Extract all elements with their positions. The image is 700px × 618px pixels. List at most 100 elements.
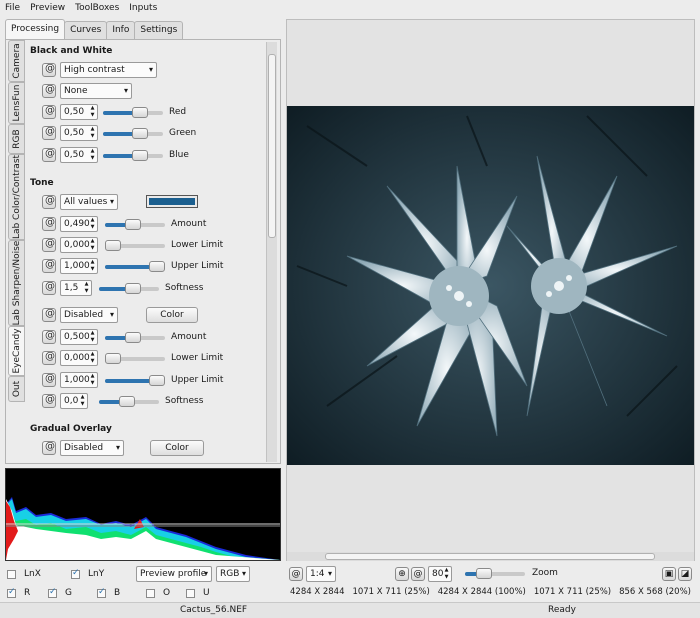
reset-zoom-icon[interactable]: @	[289, 567, 303, 581]
tone2-softness-handle[interactable]	[119, 396, 135, 407]
tone2-upper-handle[interactable]	[149, 375, 165, 386]
reset-icon[interactable]	[42, 394, 56, 408]
green-spinbox[interactable]: 0,50 ▲ ▼	[60, 125, 98, 141]
vtab-lensfun[interactable]: LensFun	[8, 82, 25, 124]
zoom-slider[interactable]	[465, 568, 525, 579]
reset-icon[interactable]	[42, 441, 56, 455]
checkbox-box[interactable]	[97, 587, 106, 598]
g-checkbox[interactable]: G	[48, 587, 72, 598]
reset-icon[interactable]	[42, 126, 56, 140]
color-space-select[interactable]: RGB ▾	[216, 566, 250, 582]
checkbox-box[interactable]	[48, 587, 57, 598]
reset-icon[interactable]	[42, 373, 56, 387]
tone2-amount-slider[interactable]	[105, 332, 165, 343]
spin-arrows-icon[interactable]: ▲ ▼	[89, 148, 96, 162]
preview-hscrollbar-thumb[interactable]	[325, 553, 655, 560]
spin-arrows-icon[interactable]: ▲ ▼	[83, 281, 90, 295]
gradual-mode-select[interactable]: Disabled ▾	[60, 440, 124, 456]
lny-checkbox[interactable]: LnY	[71, 568, 104, 579]
menu-file[interactable]: File	[0, 3, 25, 13]
red-slider[interactable]	[103, 107, 163, 118]
reset-icon[interactable]	[42, 308, 56, 322]
spin-arrows-icon[interactable]: ▲ ▼	[89, 330, 96, 344]
checkbox-box[interactable]	[71, 568, 80, 579]
menu-inputs[interactable]: Inputs	[124, 3, 162, 13]
tone-upper-spinbox[interactable]: 1,000 ▲ ▼	[60, 258, 98, 274]
spin-arrows-icon[interactable]: ▲ ▼	[89, 217, 96, 231]
checkbox-box[interactable]	[186, 588, 195, 598]
reset-icon[interactable]	[42, 351, 56, 365]
tone2-upper-slider[interactable]	[105, 375, 165, 386]
reset-icon[interactable]	[42, 281, 56, 295]
reset-icon[interactable]	[42, 217, 56, 231]
reset-icon[interactable]	[42, 195, 56, 209]
scale-select[interactable]: 1:4 ▾	[306, 566, 336, 582]
spin-arrows-icon[interactable]: ▲ ▼	[89, 351, 96, 365]
r-checkbox[interactable]: R	[7, 587, 30, 598]
zoom-fit-icon[interactable]: ⊕	[395, 567, 409, 581]
vtab-out[interactable]: Out	[8, 376, 25, 402]
panel-scrollbar[interactable]	[266, 42, 277, 462]
tone-lower-handle[interactable]	[105, 240, 121, 251]
reset-icon[interactable]	[42, 105, 56, 119]
reset-icon[interactable]	[42, 330, 56, 344]
bw-preset-select[interactable]: High contrast ▾	[60, 62, 157, 78]
panel-scrollbar-thumb[interactable]	[268, 54, 276, 238]
blue-slider[interactable]	[103, 150, 163, 161]
spin-arrows-icon[interactable]: ▲ ▼	[89, 259, 96, 273]
tab-processing[interactable]: Processing	[5, 19, 66, 39]
vtab-lab-color-contrast[interactable]: Lab Color/Contrast	[8, 154, 25, 240]
reset-icon[interactable]	[42, 63, 56, 77]
zoom-slider-handle[interactable]	[476, 568, 492, 579]
vtab-lab-sharpen-noise[interactable]: Lab Sharpen/Noise	[8, 240, 25, 326]
tone-lower-spinbox[interactable]: 0,000 ▲ ▼	[60, 237, 98, 253]
green-slider-handle[interactable]	[132, 128, 148, 139]
tab-settings[interactable]: Settings	[134, 21, 184, 39]
reset-icon[interactable]	[42, 148, 56, 162]
tone-lower-slider[interactable]	[105, 240, 165, 251]
preview-hscrollbar[interactable]	[287, 552, 694, 561]
vtab-rgb[interactable]: RGB	[8, 124, 25, 154]
u-checkbox[interactable]: U	[186, 588, 210, 598]
tone-mode-select[interactable]: All values ▾	[60, 194, 118, 210]
tone-amount-slider[interactable]	[105, 219, 165, 230]
tone-upper-handle[interactable]	[149, 261, 165, 272]
bw-filter-select[interactable]: None ▾	[60, 83, 132, 99]
tone-upper-slider[interactable]	[105, 261, 165, 272]
o-checkbox[interactable]: O	[146, 588, 170, 598]
checkbox-box[interactable]	[7, 569, 16, 579]
tone-amount-spinbox[interactable]: 0,490 ▲ ▼	[60, 216, 98, 232]
tone-softness-slider[interactable]	[99, 283, 159, 294]
tab-curves[interactable]: Curves	[64, 21, 108, 39]
checkbox-box[interactable]	[7, 587, 16, 598]
fullscreen-icon[interactable]: ◪	[678, 567, 692, 581]
tone2-softness-spinbox[interactable]: 0,0 ▲ ▼	[60, 393, 88, 409]
tone2-lower-spinbox[interactable]: 0,000 ▲ ▼	[60, 350, 98, 366]
zoom-full-icon[interactable]: @	[411, 567, 425, 581]
spin-arrows-icon[interactable]: ▲ ▼	[89, 105, 96, 119]
preview-profile-select[interactable]: Preview profile ▾	[136, 566, 212, 582]
vtab-camera[interactable]: Camera	[8, 40, 25, 82]
tone2-lower-handle[interactable]	[105, 353, 121, 364]
vtab-eyecandy[interactable]: EyeCandy	[8, 326, 25, 376]
red-spinbox[interactable]: 0,50 ▲ ▼	[60, 104, 98, 120]
tone2-amount-handle[interactable]	[125, 332, 141, 343]
checkbox-box[interactable]	[146, 588, 155, 598]
reset-icon[interactable]	[42, 238, 56, 252]
lnx-checkbox[interactable]: LnX	[7, 569, 41, 579]
blue-slider-handle[interactable]	[132, 150, 148, 161]
spin-arrows-icon[interactable]: ▲ ▼	[443, 567, 450, 581]
blue-spinbox[interactable]: 0,50 ▲ ▼	[60, 147, 98, 163]
tab-info[interactable]: Info	[106, 21, 136, 39]
green-slider[interactable]	[103, 128, 163, 139]
gradual-color-button[interactable]: Color	[150, 440, 204, 456]
tone-amount-handle[interactable]	[125, 219, 141, 230]
save-icon[interactable]: ▣	[662, 567, 676, 581]
menu-toolboxes[interactable]: ToolBoxes	[70, 3, 124, 13]
spin-arrows-icon[interactable]: ▲ ▼	[89, 126, 96, 140]
tone2-amount-spinbox[interactable]: 0,500 ▲ ▼	[60, 329, 98, 345]
tone2-softness-slider[interactable]	[99, 396, 159, 407]
menu-preview[interactable]: Preview	[25, 3, 70, 13]
reset-icon[interactable]	[42, 84, 56, 98]
preview-image[interactable]	[287, 106, 694, 465]
